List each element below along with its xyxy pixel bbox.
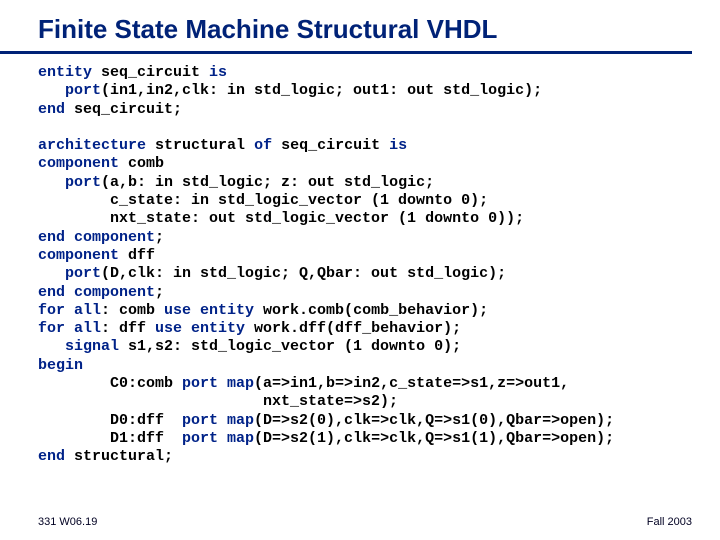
kw-port: port	[38, 82, 101, 99]
code-span: D1:dff	[38, 430, 182, 447]
slide-title: Finite State Machine Structural VHDL	[0, 0, 692, 54]
kw-end: end	[38, 101, 65, 118]
code-line: nxt_state=>s2);	[38, 393, 398, 410]
code-span: D0:dff	[38, 412, 182, 429]
code-span: (D=>s2(1),clk=>clk,Q=>s1(1),Qbar=>open);	[254, 430, 614, 447]
kw-for-all: for all	[38, 302, 101, 319]
code-span: seq_circuit	[272, 137, 389, 154]
kw-is: is	[209, 64, 227, 81]
kw-port-map: port map	[182, 412, 254, 429]
kw-use-entity: use entity	[155, 320, 245, 337]
code-span: structural;	[65, 448, 173, 465]
kw-component: component	[38, 155, 119, 172]
code-span: work.dff(dff_behavior);	[245, 320, 461, 337]
footer-left: 331 W06.19	[38, 516, 97, 528]
kw-use-entity: use entity	[164, 302, 254, 319]
kw-port-map: port map	[182, 430, 254, 447]
code-span: seq_circuit;	[65, 101, 182, 118]
kw-begin: begin	[38, 357, 83, 374]
code-span: ;	[155, 284, 164, 301]
kw-end-component: end component	[38, 229, 155, 246]
kw-port: port	[38, 265, 101, 282]
kw-signal: signal	[38, 338, 119, 355]
code-span: (D,clk: in std_logic; Q,Qbar: out std_lo…	[101, 265, 506, 282]
code-span: s1,s2: std_logic_vector (1 downto 0);	[119, 338, 461, 355]
code-span: : dff	[101, 320, 155, 337]
code-span: structural	[146, 137, 254, 154]
kw-architecture: architecture	[38, 137, 146, 154]
code-span: (in1,in2,clk: in std_logic; out1: out st…	[101, 82, 542, 99]
code-span: ;	[155, 229, 164, 246]
kw-end-component: end component	[38, 284, 155, 301]
code-span: C0:comb	[38, 375, 182, 392]
kw-component: component	[38, 247, 119, 264]
kw-for-all: for all	[38, 320, 101, 337]
code-line: nxt_state: out std_logic_vector (1 downt…	[38, 210, 524, 227]
code-span: seq_circuit	[92, 64, 209, 81]
code-span: work.comb(comb_behavior);	[254, 302, 488, 319]
code-span: (a=>in1,b=>in2,c_state=>s1,z=>out1,	[254, 375, 569, 392]
vhdl-code-block: entity seq_circuit is port(in1,in2,clk: …	[0, 64, 720, 467]
kw-port-map: port map	[182, 375, 254, 392]
code-span: (a,b: in std_logic; z: out std_logic;	[101, 174, 434, 191]
kw-of: of	[254, 137, 272, 154]
code-span: (D=>s2(0),clk=>clk,Q=>s1(0),Qbar=>open);	[254, 412, 614, 429]
kw-end: end	[38, 448, 65, 465]
code-line: c_state: in std_logic_vector (1 downto 0…	[38, 192, 488, 209]
code-span: : comb	[101, 302, 164, 319]
code-span: dff	[119, 247, 155, 264]
footer-right: Fall 2003	[647, 516, 692, 528]
kw-port: port	[38, 174, 101, 191]
kw-is: is	[389, 137, 407, 154]
code-span: comb	[119, 155, 164, 172]
kw-entity: entity	[38, 64, 92, 81]
